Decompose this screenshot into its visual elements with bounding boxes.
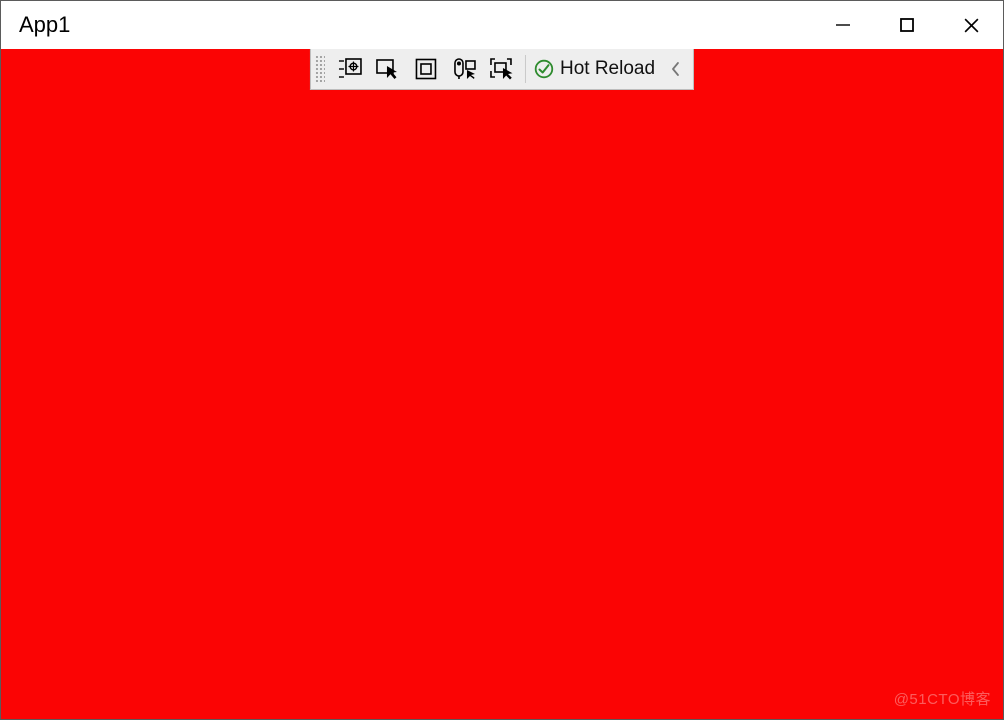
maximize-button[interactable] xyxy=(875,1,939,49)
display-layout-adorners-icon xyxy=(415,58,437,80)
go-to-live-visual-tree-icon xyxy=(490,58,514,80)
collapse-toolbar-button[interactable] xyxy=(665,61,687,77)
track-focused-element-icon xyxy=(452,58,476,80)
drag-grip-icon[interactable] xyxy=(315,55,325,83)
live-visual-tree-icon xyxy=(338,58,362,80)
live-visual-tree-button[interactable] xyxy=(333,53,367,85)
xaml-debug-toolbar[interactable]: Hot Reload xyxy=(310,49,694,90)
hot-reload-label: Hot Reload xyxy=(560,58,655,80)
maximize-icon xyxy=(899,17,915,33)
minimize-button[interactable] xyxy=(811,1,875,49)
watermark-text: @51CTO博客 xyxy=(894,688,991,709)
window-title: App1 xyxy=(19,12,70,38)
app-window: App1 xyxy=(0,0,1004,720)
toolbar-separator xyxy=(525,55,526,83)
client-area: Hot Reload @51CTO博客 xyxy=(1,49,1003,719)
track-focused-element-button[interactable] xyxy=(447,53,481,85)
close-button[interactable] xyxy=(939,1,1003,49)
window-controls xyxy=(811,1,1003,49)
hot-reload-check-icon xyxy=(534,59,554,79)
hot-reload-button[interactable]: Hot Reload xyxy=(530,58,659,80)
title-bar[interactable]: App1 xyxy=(1,1,1003,49)
select-element-button[interactable] xyxy=(371,53,405,85)
chevron-left-icon xyxy=(670,61,682,77)
close-icon xyxy=(963,17,980,34)
minimize-icon xyxy=(835,17,851,33)
go-to-live-visual-tree-button[interactable] xyxy=(485,53,519,85)
display-layout-adorners-button[interactable] xyxy=(409,53,443,85)
select-element-icon xyxy=(376,58,400,80)
